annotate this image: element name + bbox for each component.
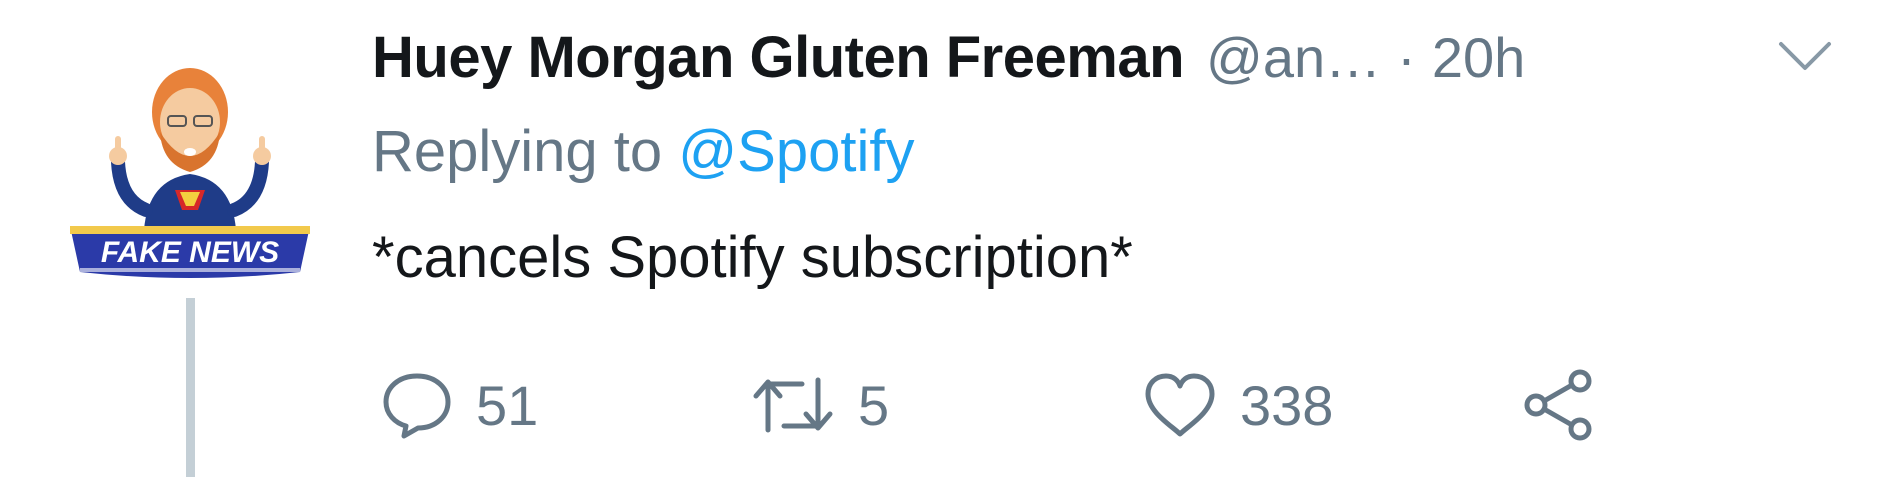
reply-button[interactable]: 51 bbox=[380, 360, 538, 450]
heart-icon bbox=[1145, 373, 1215, 437]
replying-to-label: Replying to bbox=[372, 119, 679, 184]
avatar[interactable]: FAKE NEWS bbox=[60, 40, 320, 290]
user-handle[interactable]: @an… bbox=[1206, 25, 1381, 90]
tweet-text: *cancels Spotify subscription* bbox=[372, 225, 1133, 290]
tweet-actions: 51 5 338 bbox=[372, 360, 1672, 450]
chevron-down-icon bbox=[1779, 42, 1831, 70]
replying-to-mention[interactable]: @Spotify bbox=[678, 119, 914, 184]
reply-count: 51 bbox=[476, 373, 539, 437]
replying-to: Replying to @Spotify bbox=[372, 118, 915, 185]
avatar-image: FAKE NEWS bbox=[70, 68, 310, 278]
share-button[interactable] bbox=[1520, 360, 1600, 450]
tweet-header: Huey Morgan Gluten Freeman @an… · 20h bbox=[372, 22, 1852, 92]
reply-bubble-icon bbox=[383, 373, 451, 439]
retweet-arrows-icon bbox=[753, 377, 833, 433]
tweet-timestamp[interactable]: 20h bbox=[1432, 25, 1525, 90]
like-button[interactable]: 338 bbox=[1142, 360, 1333, 450]
avatar-column: FAKE NEWS bbox=[60, 40, 320, 477]
thread-connector-line bbox=[186, 298, 195, 477]
retweet-button[interactable]: 5 bbox=[750, 360, 889, 450]
retweet-count: 5 bbox=[858, 373, 890, 437]
tweet-menu-button[interactable] bbox=[1775, 34, 1835, 78]
like-count: 338 bbox=[1240, 373, 1334, 437]
display-name[interactable]: Huey Morgan Gluten Freeman bbox=[372, 24, 1185, 91]
avatar-banner-text: FAKE NEWS bbox=[101, 236, 279, 269]
header-separator: · bbox=[1397, 25, 1416, 89]
share-icon bbox=[1524, 369, 1592, 441]
tweet[interactable]: FAKE NEWS Huey Morgan Gluten Freeman @an… bbox=[0, 0, 1900, 477]
